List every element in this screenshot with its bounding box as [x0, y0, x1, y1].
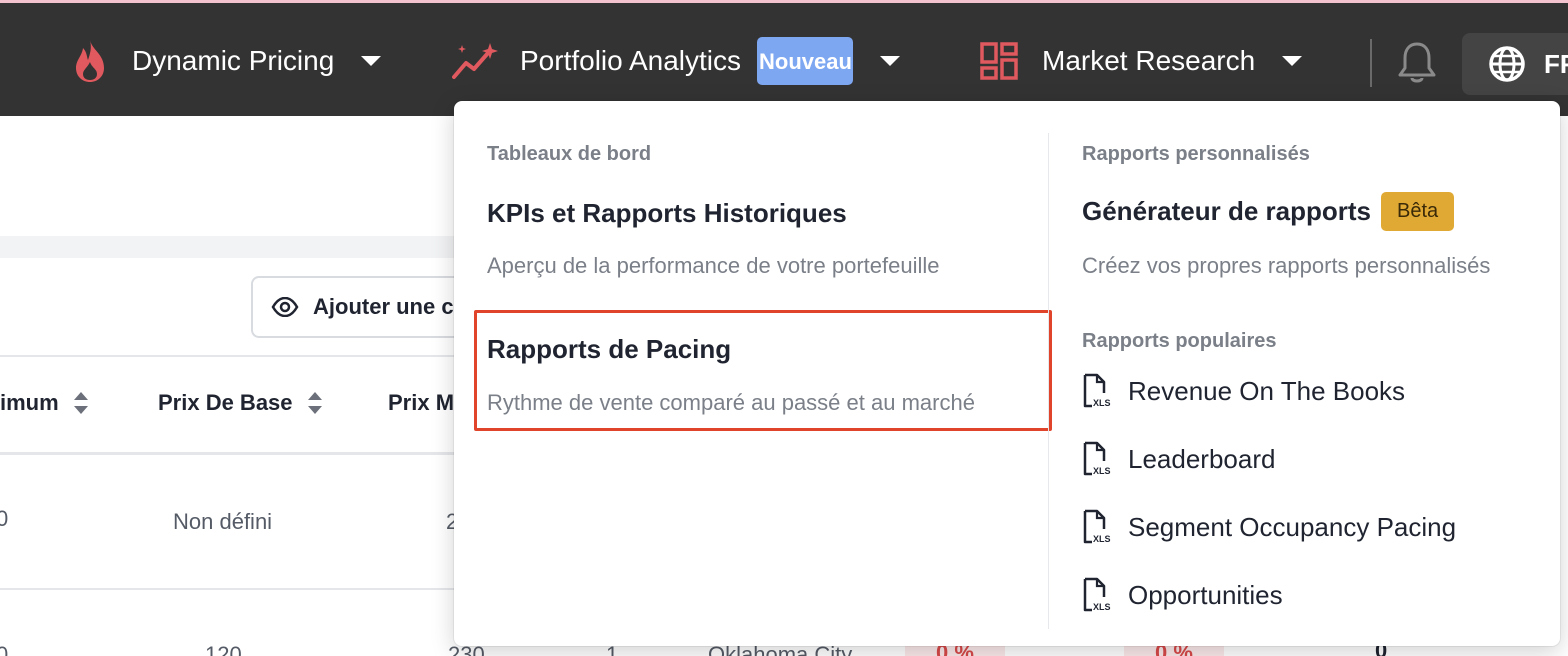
table-header-border — [0, 452, 460, 455]
report-opportunities[interactable]: XLS Opportunities — [1082, 577, 1283, 613]
report-revenue-on-the-books[interactable]: XLS Revenue On The Books — [1082, 373, 1405, 409]
report-leaderboard[interactable]: XLS Leaderboard — [1082, 441, 1275, 477]
column-header-prix-max[interactable]: Prix M — [388, 390, 454, 416]
xls-file-icon: XLS — [1082, 577, 1112, 613]
globe-icon — [1488, 45, 1526, 83]
menu-item-pacing-description: Rythme de vente comparé au passé et au m… — [487, 390, 975, 415]
cell: 0 — [0, 506, 9, 531]
beta-badge: Bêta — [1380, 192, 1455, 231]
section-title-dashboards: Tableaux de bord — [487, 143, 652, 165]
new-badge: Nouveau — [757, 37, 853, 85]
topbar-divider — [1370, 39, 1372, 87]
svg-text:XLS: XLS — [1093, 466, 1111, 476]
chevron-down-icon — [360, 55, 382, 67]
xls-file-icon: XLS — [1082, 441, 1112, 477]
menu-item-kpis-description: Aperçu de la performance de votre portef… — [487, 253, 940, 278]
flame-icon — [70, 38, 110, 84]
xls-file-icon: XLS — [1082, 509, 1112, 545]
add-column-label: Ajouter une c — [313, 294, 454, 319]
xls-file-icon: XLS — [1082, 373, 1112, 409]
dashboard-grid-icon — [980, 42, 1018, 80]
sort-icon — [307, 391, 323, 415]
svg-text:XLS: XLS — [1093, 398, 1111, 408]
nav-market-research-label: Market Research — [1042, 45, 1256, 76]
top-navigation-bar: Dynamic Pricing Portfolio Analytics Nouv… — [0, 0, 1568, 116]
column-header-prix-de-base[interactable]: Prix De Base — [158, 390, 323, 416]
language-label: FR — [1544, 48, 1568, 79]
report-segment-occupancy-pacing[interactable]: XLS Segment Occupancy Pacing — [1082, 509, 1456, 545]
portfolio-analytics-dropdown: Tableaux de bord KPIs et Rapports Histor… — [454, 101, 1560, 646]
cell: 120 — [205, 642, 242, 656]
cell-prix-de-base: Non défini — [173, 509, 273, 534]
sparkle-chart-icon — [452, 41, 498, 81]
menu-item-generator-description: Créez vos propres rapports personnalisés — [1082, 253, 1491, 278]
sort-icon — [73, 391, 89, 415]
table-border — [0, 355, 460, 357]
svg-text:XLS: XLS — [1093, 602, 1111, 612]
language-selector[interactable]: FR — [1462, 33, 1568, 95]
chevron-down-icon — [879, 55, 901, 67]
section-title-custom-reports: Rapports personnalisés — [1082, 143, 1310, 165]
svg-text:XLS: XLS — [1093, 534, 1111, 544]
nav-dynamic-pricing[interactable]: Dynamic Pricing — [70, 3, 382, 119]
nav-portfolio-analytics-label: Portfolio Analytics — [520, 45, 741, 76]
menu-item-generator-title: Générateur de rapports Bêta — [1082, 192, 1455, 231]
nav-dynamic-pricing-label: Dynamic Pricing — [132, 45, 335, 76]
eye-icon — [271, 297, 299, 317]
column-header-minimum[interactable]: imum — [0, 390, 89, 416]
bell-icon[interactable] — [1394, 39, 1440, 87]
toolbar-separator — [0, 236, 460, 258]
menu-item-kpis-title: KPIs et Rapports Historiques — [487, 198, 847, 228]
row-divider — [0, 588, 460, 590]
column-divider — [1048, 133, 1049, 629]
cell: 0 — [0, 642, 9, 656]
menu-item-pacing-title: Rapports de Pacing — [487, 334, 732, 364]
chevron-down-icon — [1281, 55, 1303, 67]
section-title-popular-reports: Rapports populaires — [1082, 330, 1277, 352]
